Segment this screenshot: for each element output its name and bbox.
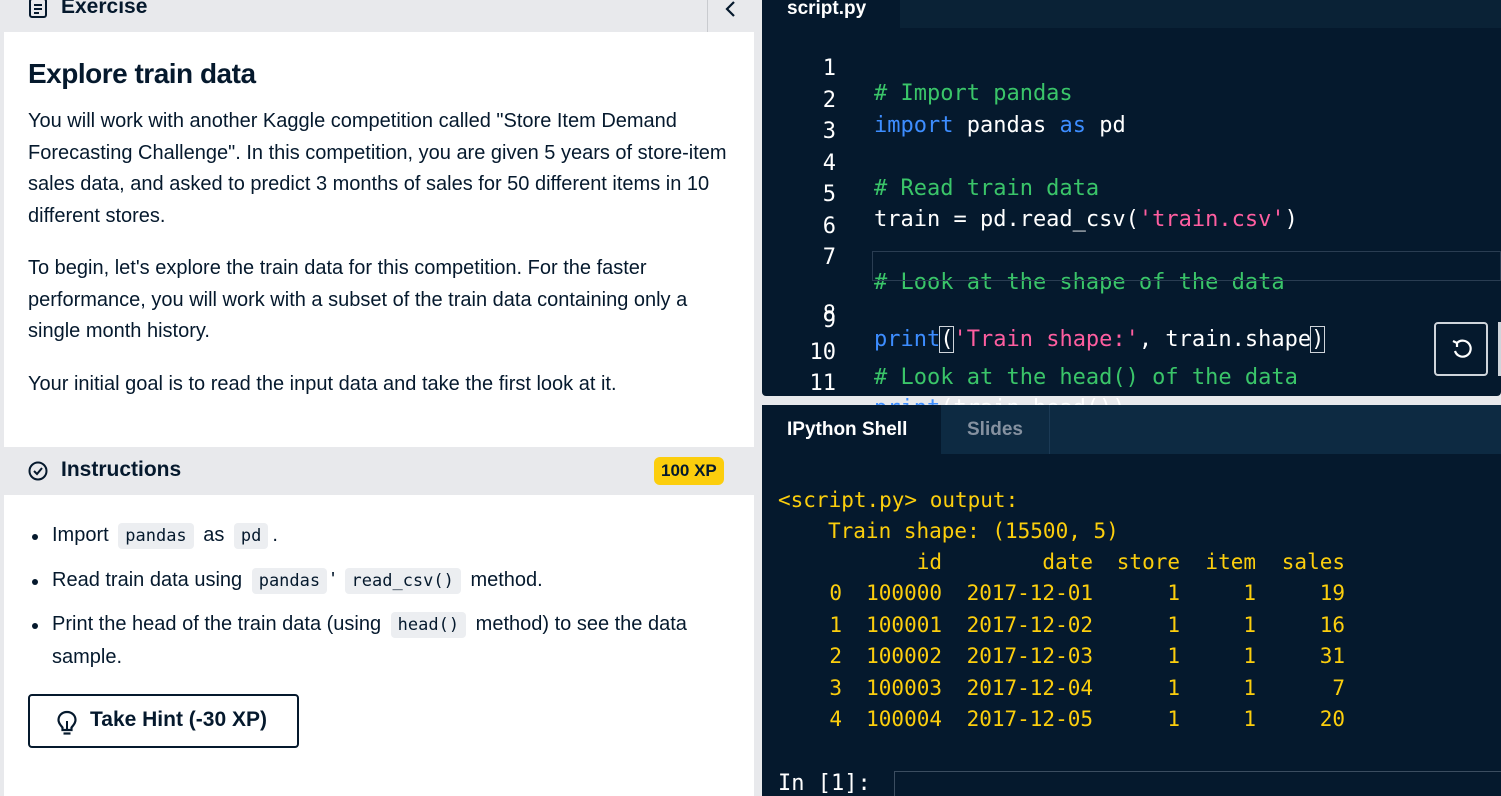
output-header: <script.py> output:	[778, 488, 1019, 512]
table-cell: 7	[1332, 676, 1345, 700]
instruction-text: Read train data using	[52, 568, 243, 591]
table-cell: 1	[1243, 676, 1256, 700]
table-cell: 2017-12-03	[966, 644, 1093, 668]
instruction-text: Print the head of the train data (using	[52, 613, 382, 636]
table-cell: 4	[829, 707, 842, 731]
line-number: 11	[809, 371, 837, 396]
tab-script-py[interactable]: script.py	[762, 0, 900, 28]
table-cell: 100000	[866, 581, 942, 605]
table-cell: 1	[829, 613, 842, 637]
instructions-header: Instructions 100 XP	[4, 447, 754, 495]
shell-prompt: In [1]:	[778, 771, 871, 796]
code-line-active: 8 print('Train shape:', train.shape)	[762, 250, 1501, 353]
table-cell: 1	[1167, 644, 1180, 668]
inline-code: pd	[233, 523, 269, 549]
table-cell: 100001	[866, 613, 942, 637]
code-editor[interactable]: script.py 1 # Import pandas 2 import pan…	[762, 0, 1501, 421]
reset-icon	[1452, 339, 1472, 358]
table-cell: 2017-12-05	[966, 707, 1093, 731]
xp-badge: 100 XP	[654, 457, 724, 485]
code-line: 5 train = pd.read_csv('train.csv')	[762, 157, 1501, 232]
column-header: store	[1116, 550, 1180, 574]
table-cell: 19	[1319, 581, 1345, 605]
column-header: item	[1205, 550, 1256, 574]
instruction-item: Read train data using pandas ' read_csv()…	[28, 565, 728, 598]
table-cell: 1	[1243, 644, 1256, 668]
collapse-pane-button[interactable]	[707, 0, 754, 32]
take-hint-button[interactable]: Take Hint (-30 XP)	[28, 694, 299, 748]
lightbulb-icon	[57, 710, 77, 735]
table-cell: 0	[829, 581, 842, 605]
table-cell: 2	[829, 644, 842, 668]
table-cell: 1	[1167, 613, 1180, 637]
code-line: 3	[762, 94, 1501, 144]
chevron-left-icon	[725, 1, 735, 17]
code-line: 6	[762, 189, 1501, 239]
check-circle-icon	[28, 461, 48, 481]
document-icon	[29, 0, 47, 18]
instruction-text: method.	[470, 568, 543, 591]
exercise-paragraph: You will work with another Kaggle compet…	[28, 110, 727, 227]
table-cell: 100004	[866, 707, 942, 731]
table-cell: 1	[1167, 581, 1180, 605]
exercise-header-title: Exercise	[61, 0, 148, 18]
table-cell: 16	[1319, 613, 1345, 637]
instruction-text: '	[331, 568, 335, 591]
table-cell: 3	[829, 676, 842, 700]
inline-code: read_csv()	[344, 567, 461, 594]
shell-input[interactable]	[894, 771, 1501, 796]
exercise-pane: Exercise Explore train data You will wor…	[4, 0, 754, 796]
table-cell: 20	[1319, 707, 1345, 731]
active-line-highlight	[872, 250, 1501, 281]
table-cell: 100002	[866, 644, 942, 668]
reset-code-button[interactable]	[1434, 322, 1488, 376]
table-cell: 1	[1167, 676, 1180, 700]
take-hint-label: Take Hint (-30 XP)	[90, 708, 267, 731]
column-header: date	[1042, 550, 1093, 574]
table-cell: 31	[1319, 644, 1345, 668]
code-line: 7 # Look at the shape of the data	[762, 220, 1501, 295]
instruction-text: as	[203, 524, 225, 546]
instruction-text: .	[272, 524, 278, 546]
code-line: 2 import pandas as pd	[762, 63, 1501, 138]
table-cell: 2017-12-02	[966, 613, 1093, 637]
instructions-label: Instructions	[61, 458, 182, 481]
table-cell: 1	[1167, 707, 1180, 731]
code-line: 10 # Look at the head() of the data	[762, 315, 1501, 390]
exercise-paragraph: Your initial goal is to read the input d…	[28, 373, 617, 395]
shape-output: Train shape: (15500, 5)	[828, 519, 1119, 543]
tab-slides[interactable]: Slides	[942, 405, 1050, 454]
table-cell: 1	[1243, 613, 1256, 637]
editor-tabbar: script.py	[762, 0, 1501, 28]
instruction-item: Print the head of the train data (using …	[28, 609, 728, 673]
console-panel: IPython Shell Slides <script.py> output:…	[762, 405, 1501, 796]
column-header: id	[916, 550, 942, 574]
exercise-title: Explore train data	[28, 58, 256, 89]
instructions-list: Import pandas as pd. Read train data usi…	[28, 520, 728, 685]
console-tabs: IPython Shell Slides	[762, 405, 1501, 454]
table-cell: 2017-12-01	[966, 581, 1093, 605]
column-header: sales	[1281, 550, 1345, 574]
code-line: 9	[762, 283, 1501, 333]
code-line: 11 print(train.head())	[762, 346, 1501, 421]
table-cell: 100003	[866, 676, 942, 700]
inline-code: head()	[390, 612, 467, 639]
code-line: 4 # Read train data	[762, 126, 1501, 201]
inline-code: pandas	[251, 567, 328, 594]
instruction-item: Import pandas as pd.	[28, 520, 728, 553]
table-cell: 2017-12-04	[966, 676, 1093, 700]
inline-code: pandas	[118, 523, 194, 549]
table-cell: 1	[1243, 707, 1256, 731]
exercise-header: Exercise	[4, 0, 754, 32]
instruction-text: Import	[52, 524, 109, 546]
tab-ipython-shell[interactable]: IPython Shell	[762, 405, 941, 454]
exercise-paragraph: To begin, let's explore the train data f…	[28, 257, 688, 343]
code-line: 1 # Import pandas	[762, 31, 1501, 106]
table-cell: 1	[1243, 581, 1256, 605]
